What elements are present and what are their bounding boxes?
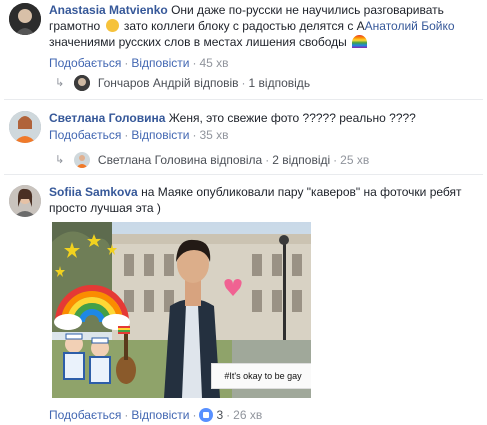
comment-text: значениями русских слов в местах лишения… bbox=[49, 35, 347, 49]
avatar bbox=[73, 152, 90, 168]
reply-verb[interactable]: відповіла bbox=[210, 153, 262, 167]
reply-count[interactable]: 1 відповідь bbox=[249, 76, 311, 90]
grinning-face-icon bbox=[105, 19, 119, 32]
reply-arrow-icon: ↳ bbox=[55, 77, 65, 89]
like-button[interactable]: Подобається bbox=[49, 408, 121, 422]
comment-text: грамотно bbox=[49, 19, 101, 33]
reply-button[interactable]: Відповісти bbox=[131, 56, 189, 70]
reply-count[interactable]: 2 відповіді bbox=[272, 153, 330, 167]
comment-text: просто лучшая эта ) bbox=[49, 201, 161, 215]
comment-author[interactable]: Anastasia Matvienko bbox=[49, 3, 168, 17]
like-button[interactable]: Подобається bbox=[49, 56, 121, 70]
divider bbox=[4, 174, 483, 175]
timestamp[interactable]: 35 хв bbox=[199, 128, 228, 142]
like-thumb-icon bbox=[199, 408, 214, 422]
mention-link[interactable]: Анатолий Бойко bbox=[365, 19, 455, 33]
reply-author[interactable]: Светлана Головина bbox=[98, 153, 207, 167]
timestamp[interactable]: 25 хв bbox=[340, 153, 369, 167]
avatar[interactable] bbox=[9, 111, 41, 143]
comment-author[interactable]: Sofiia Samkova bbox=[49, 185, 138, 199]
like-button[interactable]: Подобається bbox=[49, 128, 121, 142]
comment-photo[interactable]: #It's okay to be gay bbox=[52, 222, 311, 398]
reaction-count[interactable]: 3 bbox=[199, 408, 223, 422]
comment-text: зато коллеги блоку с радостью делятся с … bbox=[123, 19, 365, 33]
comment-author[interactable]: Светлана Головина bbox=[49, 111, 165, 125]
avatar bbox=[73, 75, 90, 91]
reply-author[interactable]: Гончаров Андрій bbox=[98, 76, 191, 90]
comment-text: Они даже по-русски не научились разговар… bbox=[171, 3, 444, 17]
comment-text: на Маяке опубликовали пару "каверов" на … bbox=[141, 185, 462, 199]
timestamp[interactable]: 26 хв bbox=[233, 408, 262, 422]
reply-button[interactable]: Відповісти bbox=[131, 128, 189, 142]
timestamp[interactable]: 45 хв bbox=[199, 56, 228, 70]
avatar[interactable] bbox=[9, 3, 41, 35]
reply-verb[interactable]: відповів bbox=[194, 76, 239, 90]
reply-arrow-icon: ↳ bbox=[55, 154, 65, 166]
divider bbox=[4, 99, 483, 100]
reply-button[interactable]: Відповісти bbox=[131, 408, 189, 422]
rainbow-icon bbox=[352, 35, 368, 48]
photo-sign: #It's okay to be gay bbox=[211, 363, 311, 389]
avatar[interactable] bbox=[9, 185, 41, 217]
comment-text: Женя, это свежие фото ????? реально ???? bbox=[168, 111, 416, 125]
